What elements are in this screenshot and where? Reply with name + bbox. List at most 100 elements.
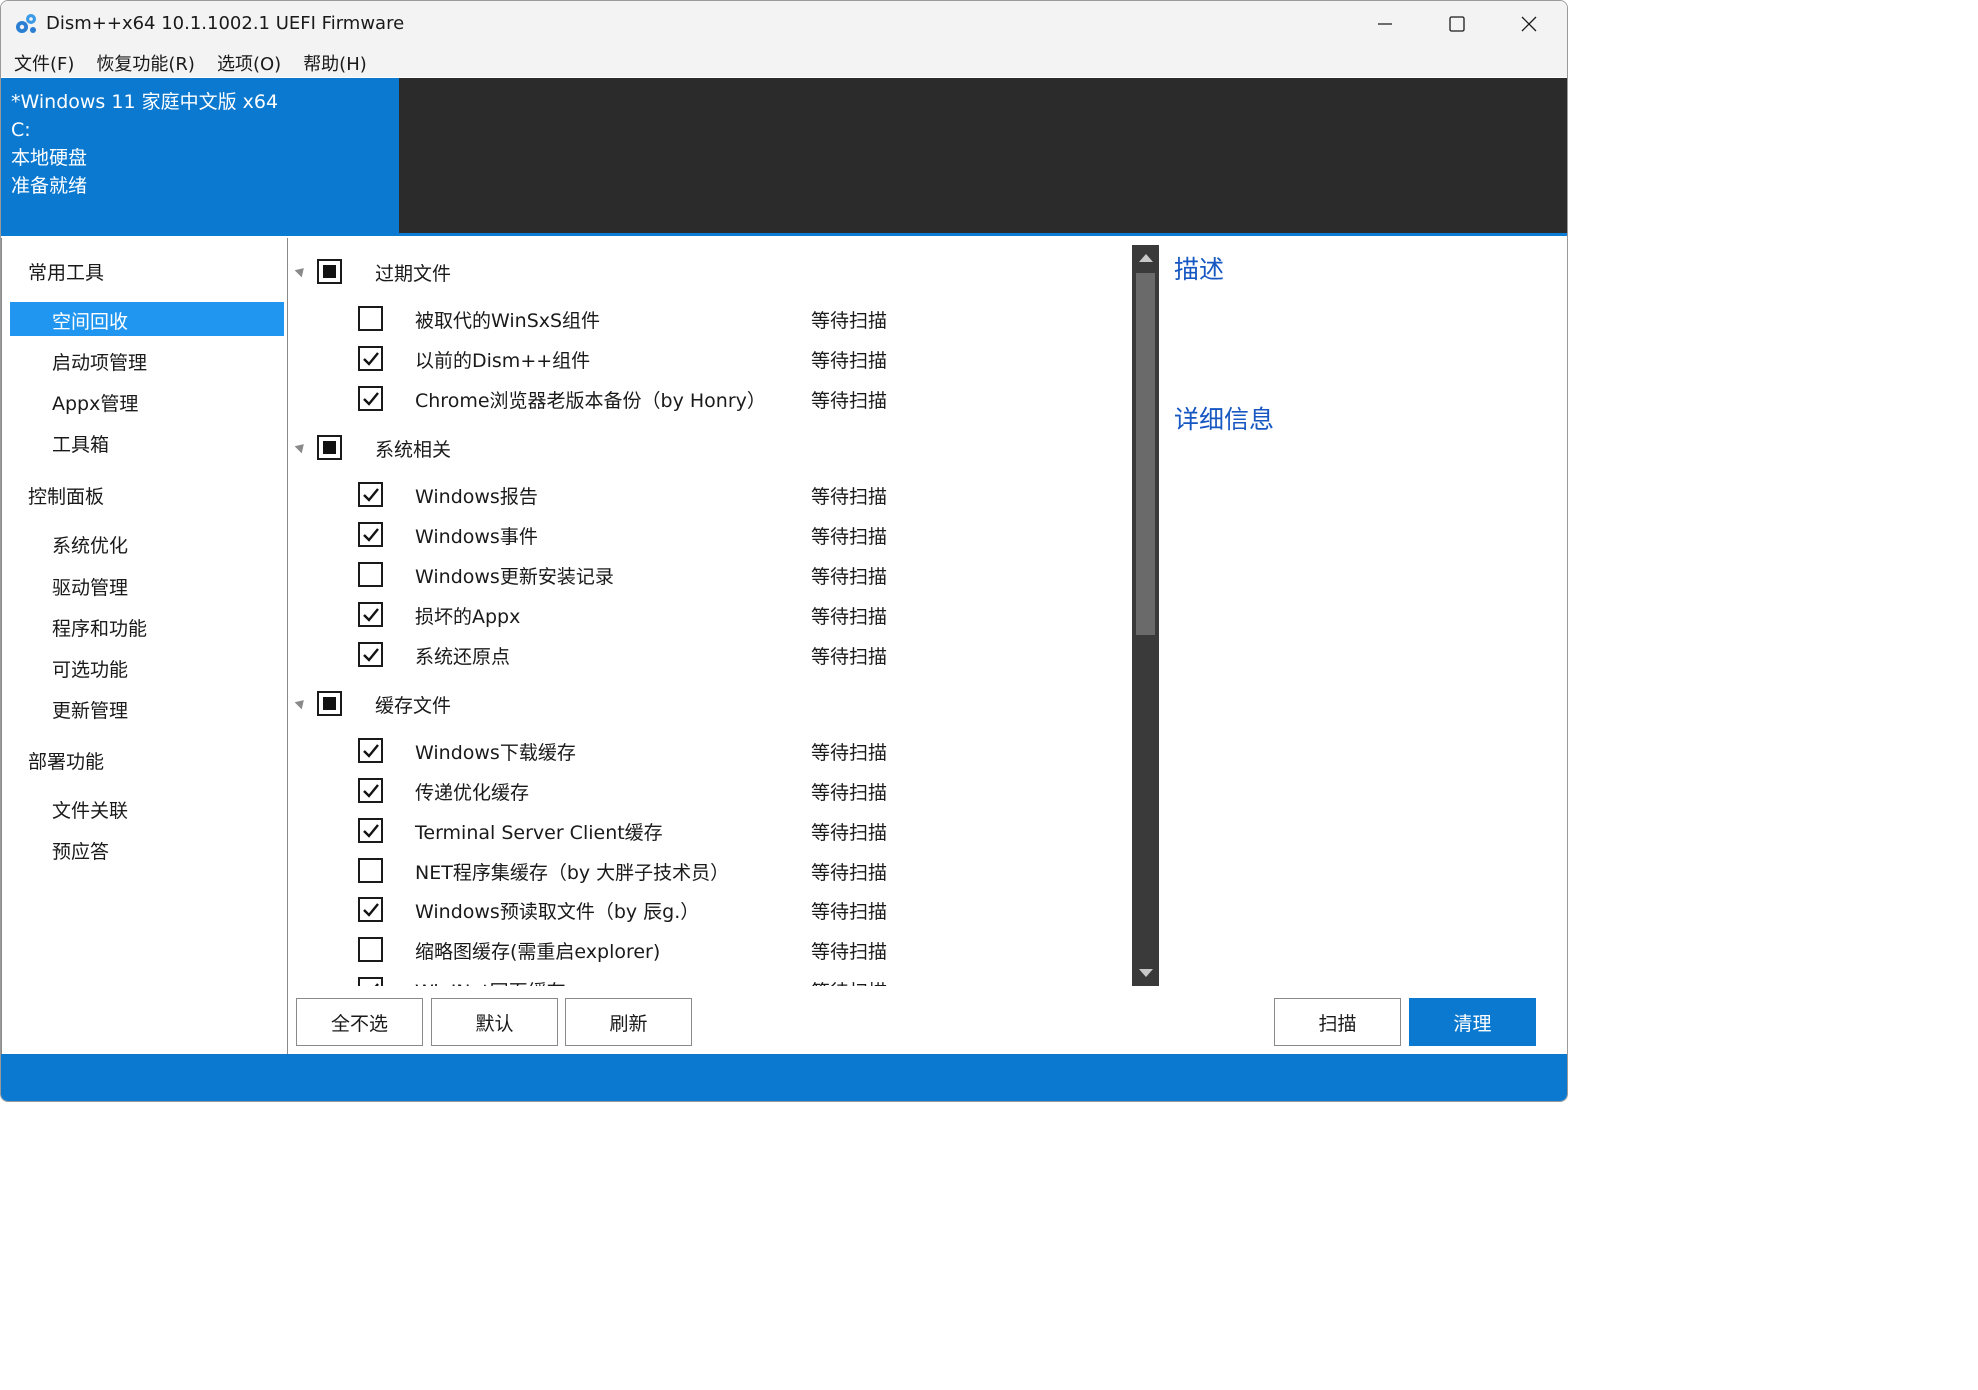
close-button[interactable]: [1493, 1, 1565, 47]
scroll-thumb[interactable]: [1136, 273, 1155, 635]
image-name: *Windows 11 家庭中文版 x64: [11, 91, 279, 113]
scan-button[interactable]: 扫描: [1274, 998, 1401, 1046]
item-checkbox[interactable]: [358, 386, 383, 411]
gears-icon: [13, 11, 39, 37]
sidebar-item-label: 空间回收: [52, 311, 129, 333]
sidebar-item-toolbox[interactable]: 工具箱: [10, 425, 284, 459]
item-checkbox[interactable]: [358, 778, 383, 803]
category-checkbox[interactable]: [317, 435, 342, 460]
category-row-expired: 过期文件: [289, 253, 1129, 293]
description-heading: 描述: [1174, 255, 1225, 284]
select-none-button[interactable]: 全不选: [296, 998, 423, 1046]
list-item: Windows下载缓存 等待扫描: [289, 733, 1129, 773]
item-status: 等待扫描: [811, 822, 888, 844]
item-status: 等待扫描: [811, 390, 888, 412]
sidebar-item-label: 工具箱: [52, 434, 110, 456]
sidebar-item-system-optimize[interactable]: 系统优化: [10, 526, 284, 560]
item-label: 传递优化缓存: [415, 782, 530, 804]
item-status: 等待扫描: [811, 526, 888, 548]
sidebar-item-updates[interactable]: 更新管理: [10, 691, 284, 725]
sidebar-item-optional-features[interactable]: 可选功能: [10, 650, 284, 684]
item-checkbox[interactable]: [358, 602, 383, 627]
sidebar-item-label: Appx管理: [52, 393, 139, 415]
category-checkbox[interactable]: [317, 259, 342, 284]
item-label: Chrome浏览器老版本备份（by Honry）: [415, 390, 766, 412]
list-item: Chrome浏览器老版本备份（by Honry） 等待扫描: [289, 381, 1129, 421]
category-checkbox[interactable]: [317, 691, 342, 716]
item-label: Windows预读取文件（by 辰g.）: [415, 901, 700, 923]
item-checkbox[interactable]: [358, 858, 383, 883]
category-label: 过期文件: [375, 263, 452, 285]
sidebar-item-drivers[interactable]: 驱动管理: [10, 568, 284, 602]
list-item: Windows事件 等待扫描: [289, 517, 1129, 557]
item-status: 等待扫描: [811, 901, 888, 923]
sidebar-group-common-tools: 常用工具: [28, 262, 105, 284]
sidebar-item-programs[interactable]: 程序和功能: [10, 609, 284, 643]
cleanup-list: 过期文件 被取代的WinSxS组件 等待扫描 以前的Dism++组件 等待扫描 …: [289, 238, 1132, 986]
item-checkbox[interactable]: [358, 977, 383, 986]
list-item: 被取代的WinSxS组件 等待扫描: [289, 301, 1129, 341]
clean-button[interactable]: 清理: [1409, 998, 1536, 1046]
item-checkbox[interactable]: [358, 897, 383, 922]
item-checkbox[interactable]: [358, 642, 383, 667]
maximize-icon: [1449, 16, 1465, 32]
default-button[interactable]: 默认: [431, 998, 558, 1046]
sidebar-item-appx[interactable]: Appx管理: [10, 384, 284, 418]
sidebar-item-label: 文件关联: [52, 800, 129, 822]
item-checkbox[interactable]: [358, 818, 383, 843]
item-label: Windows更新安装记录: [415, 566, 614, 588]
expand-caret-icon[interactable]: [294, 264, 308, 278]
image-status: 准备就绪: [11, 175, 88, 197]
menu-restore[interactable]: 恢复功能(R): [96, 47, 195, 77]
menu-help[interactable]: 帮助(H): [303, 47, 367, 77]
item-checkbox[interactable]: [358, 562, 383, 587]
item-status: 等待扫描: [811, 486, 888, 508]
item-checkbox[interactable]: [358, 937, 383, 962]
list-scrollbar[interactable]: [1132, 245, 1159, 986]
item-checkbox[interactable]: [358, 306, 383, 331]
list-item: NET程序集缓存（by 大胖子技术员） 等待扫描: [289, 853, 1129, 893]
item-status: 等待扫描: [811, 310, 888, 332]
sidebar-item-label: 更新管理: [52, 700, 129, 722]
sidebar-item-label: 启动项管理: [52, 352, 148, 374]
scroll-down-icon[interactable]: [1139, 969, 1153, 977]
menu-bar: 文件(F) 恢复功能(R) 选项(O) 帮助(H): [1, 47, 1567, 77]
menu-options[interactable]: 选项(O): [217, 47, 281, 77]
item-status: 等待扫描: [811, 606, 888, 628]
item-checkbox[interactable]: [358, 738, 383, 763]
minimize-button[interactable]: [1349, 1, 1421, 47]
expand-caret-icon[interactable]: [294, 696, 308, 710]
item-checkbox[interactable]: [358, 346, 383, 371]
expand-caret-icon[interactable]: [294, 440, 308, 454]
item-label: 损坏的Appx: [415, 606, 521, 628]
item-label: 被取代的WinSxS组件: [415, 310, 601, 332]
refresh-button[interactable]: 刷新: [565, 998, 692, 1046]
item-checkbox[interactable]: [358, 482, 383, 507]
description-panel: 描述 详细信息: [1159, 238, 1567, 986]
image-card-windows11[interactable]: *Windows 11 家庭中文版 x64 C: 本地硬盘 准备就绪: [1, 78, 399, 233]
item-label: Windows下载缓存: [415, 742, 576, 764]
sidebar-item-label: 系统优化: [52, 535, 129, 557]
title-bar[interactable]: Dism++x64 10.1.1002.1 UEFI Firmware: [1, 1, 1567, 47]
list-item: WinINet网页缓存 等待扫描: [289, 972, 1129, 986]
item-checkbox[interactable]: [358, 522, 383, 547]
item-label: NET程序集缓存（by 大胖子技术员）: [415, 862, 730, 884]
details-heading: 详细信息: [1174, 405, 1275, 434]
category-row-system: 系统相关: [289, 429, 1129, 469]
sidebar-item-startup[interactable]: 启动项管理: [10, 343, 284, 377]
maximize-button[interactable]: [1421, 1, 1493, 47]
menu-file[interactable]: 文件(F): [14, 47, 74, 77]
item-label: Windows事件: [415, 526, 538, 548]
sidebar-item-space-cleanup[interactable]: 空间回收: [10, 302, 284, 336]
sidebar-item-unattend[interactable]: 预应答: [10, 832, 284, 866]
item-status: 等待扫描: [811, 566, 888, 588]
item-status: 等待扫描: [811, 782, 888, 804]
sidebar-item-file-association[interactable]: 文件关联: [10, 791, 284, 825]
item-status: 等待扫描: [811, 862, 888, 884]
image-disk-type: 本地硬盘: [11, 147, 88, 169]
scroll-up-icon[interactable]: [1139, 254, 1153, 262]
image-list-header: *Windows 11 家庭中文版 x64 C: 本地硬盘 准备就绪: [1, 78, 1567, 236]
list-item: Windows预读取文件（by 辰g.） 等待扫描: [289, 892, 1129, 932]
item-label: 系统还原点: [415, 646, 511, 668]
item-label: 以前的Dism++组件: [415, 350, 591, 372]
